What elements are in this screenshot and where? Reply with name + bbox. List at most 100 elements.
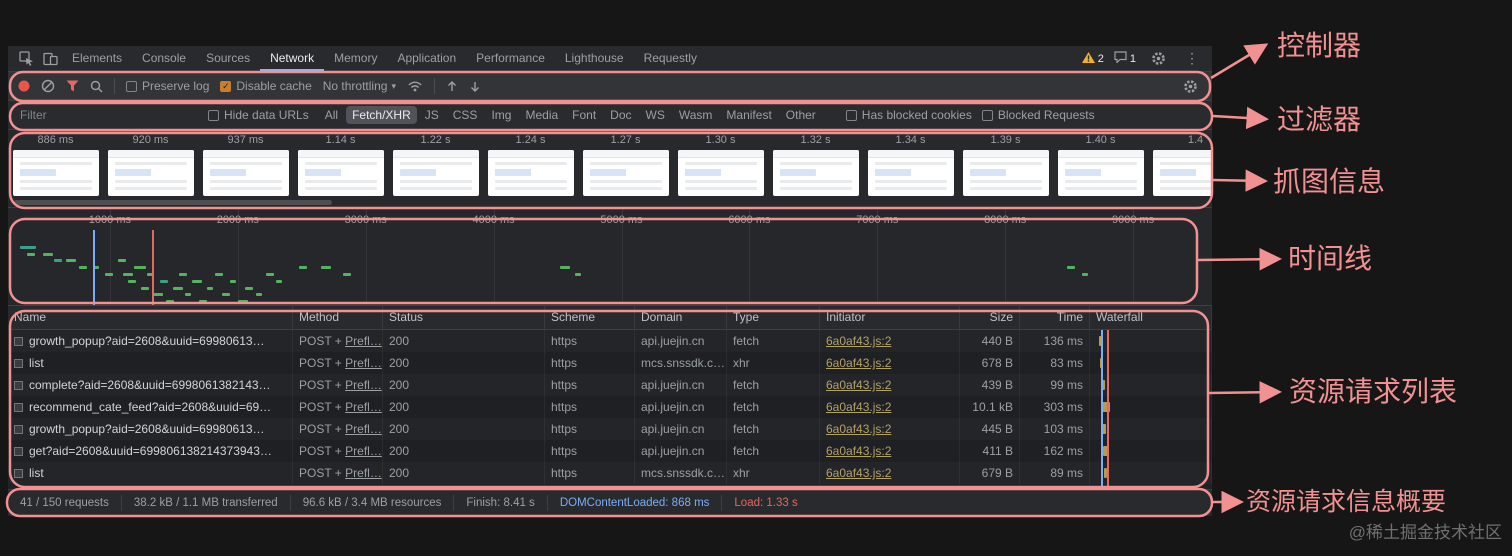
filmstrip-frame[interactable]: 937 ms [198,133,293,207]
filter-chip-img[interactable]: Img [485,106,517,124]
preflight-link[interactable]: Prefl… [345,444,382,458]
filmstrip-frame[interactable]: 1.32 s [768,133,863,207]
tab-lighthouse[interactable]: Lighthouse [555,46,634,71]
column-header-name[interactable]: Name [8,306,293,329]
initiator-link[interactable]: 6a0af43.js:2 [826,334,891,348]
thumbnail-line [1159,187,1212,190]
tab-memory[interactable]: Memory [324,46,387,71]
cell-type: fetch [727,374,820,396]
clear-button[interactable] [41,79,55,93]
filter-chip-css[interactable]: CSS [447,106,484,124]
column-header-type[interactable]: Type [727,306,820,329]
column-header-method[interactable]: Method [293,306,383,329]
import-har-icon[interactable] [446,80,458,93]
hide-data-urls-checkbox[interactable]: Hide data URLs [208,108,309,122]
tab-network[interactable]: Network [260,46,324,71]
timeline-tick-label: 5000 ms [600,214,643,226]
column-header-size[interactable]: Size [960,306,1020,329]
table-row[interactable]: get?aid=2608&uuid=699806138214373943… POS… [8,440,1212,462]
preserve-log-checkbox[interactable]: Preserve log [126,79,209,93]
column-header-scheme[interactable]: Scheme [545,306,635,329]
filmstrip-frame[interactable]: 1.14 s [293,133,388,207]
initiator-link[interactable]: 6a0af43.js:2 [826,356,891,370]
filter-chip-ws[interactable]: WS [640,106,671,124]
thumbnail-line [779,162,852,165]
settings-gear-icon[interactable] [1146,47,1170,71]
tab-performance[interactable]: Performance [466,46,555,71]
initiator-link[interactable]: 6a0af43.js:2 [826,444,891,458]
filter-chip-font[interactable]: Font [566,106,602,124]
tab-requestly[interactable]: Requestly [634,46,707,71]
filter-input[interactable] [18,107,198,123]
tab-application[interactable]: Application [387,46,466,71]
inspect-element-icon[interactable] [14,47,38,71]
filter-chip-wasm[interactable]: Wasm [673,106,719,124]
filmstrip-frame[interactable]: 1.34 s [863,133,958,207]
filter-funnel-icon[interactable] [66,80,79,92]
messages-badge[interactable]: 1 [1114,51,1136,66]
filter-chip-fetch-xhr[interactable]: Fetch/XHR [346,106,417,124]
tab-elements[interactable]: Elements [62,46,132,71]
cell-method: POST + Prefl… [293,418,383,440]
initiator-link[interactable]: 6a0af43.js:2 [826,466,891,480]
filmstrip-frame[interactable]: 1.27 s [578,133,673,207]
filter-chip-media[interactable]: Media [519,106,564,124]
table-row[interactable]: list POST + Prefl… 200 https mcs.snssdk.c… xh… [8,352,1212,374]
preflight-link[interactable]: Prefl… [345,378,382,392]
initiator-link[interactable]: 6a0af43.js:2 [826,378,891,392]
filter-chip-doc[interactable]: Doc [604,106,637,124]
method-text: POST + [299,356,346,370]
search-icon[interactable] [90,80,103,93]
has-blocked-cookies-checkbox[interactable]: Has blocked cookies [845,108,972,122]
cell-size: 445 B [960,418,1020,440]
tab-console[interactable]: Console [132,46,196,71]
network-conditions-icon[interactable] [407,80,423,92]
column-header-domain[interactable]: Domain [635,306,727,329]
warnings-badge[interactable]: 2 [1081,51,1104,66]
column-header-time[interactable]: Time [1020,306,1090,329]
filmstrip-frame[interactable]: 1.4 [1148,133,1212,207]
filter-chip-js[interactable]: JS [419,106,445,124]
preflight-link[interactable]: Prefl… [345,400,382,414]
tab-sources[interactable]: Sources [196,46,260,71]
filmstrip-frame[interactable]: 886 ms [8,133,103,207]
filmstrip-frame[interactable]: 1.40 s [1053,133,1148,207]
device-toolbar-icon[interactable] [38,47,62,71]
kebab-menu-icon[interactable]: ⋮ [1180,47,1204,71]
preflight-link[interactable]: Prefl… [345,466,382,480]
thumbnail-line [19,187,92,190]
filter-chip-other[interactable]: Other [780,106,822,124]
export-har-icon[interactable] [469,80,481,93]
filmstrip-scrollbar[interactable] [14,200,332,205]
table-row[interactable]: growth_popup?aid=2608&uuid=69980613… POST… [8,418,1212,440]
filmstrip-frame[interactable]: 1.22 s [388,133,483,207]
filmstrip-frame[interactable]: 920 ms [103,133,198,207]
table-row[interactable]: recommend_cate_feed?aid=2608&uuid=69… POS… [8,396,1212,418]
throttling-select[interactable]: No throttling ▾ [323,79,396,93]
cell-domain: mcs.snssdk.c… [635,462,727,484]
blocked-requests-checkbox[interactable]: Blocked Requests [981,108,1095,122]
network-settings-gear-icon[interactable] [1178,74,1202,98]
thumbnail-line [114,187,187,190]
preflight-link[interactable]: Prefl… [345,422,382,436]
initiator-link[interactable]: 6a0af43.js:2 [826,400,891,414]
initiator-link[interactable]: 6a0af43.js:2 [826,422,891,436]
preflight-link[interactable]: Prefl… [345,334,382,348]
checkbox-icon [845,109,857,121]
cell-initiator: 6a0af43.js:2 [820,462,960,484]
disable-cache-checkbox[interactable]: ✓ Disable cache [220,79,312,93]
record-button[interactable] [18,80,30,92]
filmstrip-frame[interactable]: 1.24 s [483,133,578,207]
filter-chip-manifest[interactable]: Manifest [720,106,777,124]
table-row[interactable]: complete?aid=2608&uuid=6998061382143… POS… [8,374,1212,396]
column-header-status[interactable]: Status [383,306,545,329]
table-row[interactable]: list POST + Prefl… 200 https mcs.snssdk.c… xh… [8,462,1212,484]
timeline-overview[interactable]: 1000 ms 2000 ms 3000 ms 4000 ms 5000 ms 6000 … [8,208,1212,306]
filter-chip-all[interactable]: All [319,106,344,124]
filmstrip-frame[interactable]: 1.39 s [958,133,1053,207]
column-header-initiator[interactable]: Initiator [820,306,960,329]
filmstrip-frame[interactable]: 1.30 s [673,133,768,207]
table-row[interactable]: growth_popup?aid=2608&uuid=69980613… POST… [8,330,1212,352]
column-header-waterfall[interactable]: Waterfall [1090,306,1212,329]
preflight-link[interactable]: Prefl… [345,356,382,370]
